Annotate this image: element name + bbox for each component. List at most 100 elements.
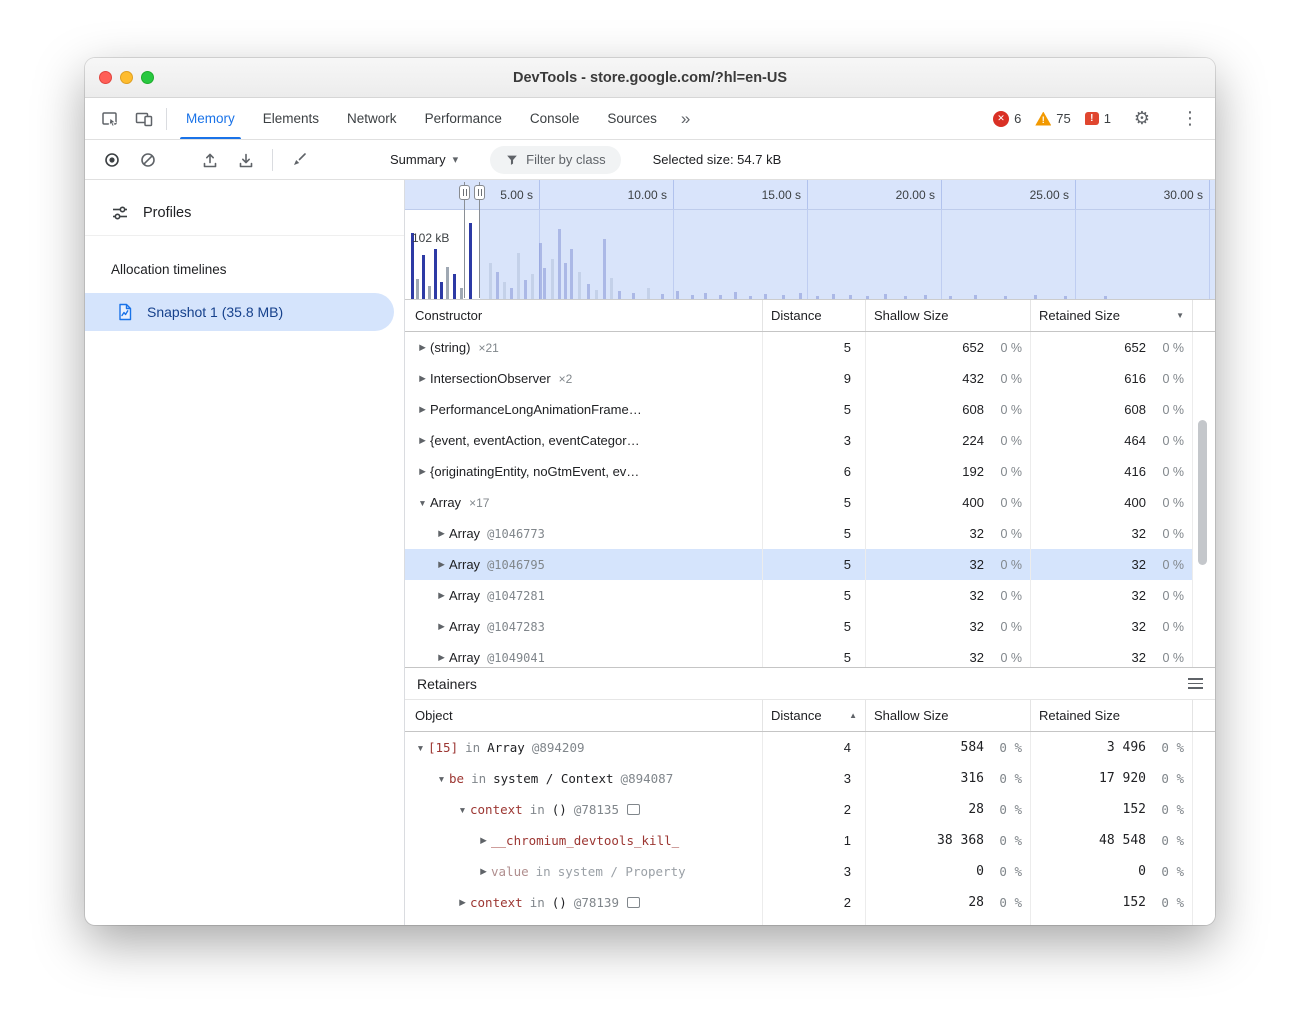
retainer-row[interactable]: ▶valueinsystem / Property300 %00 %	[405, 856, 1192, 887]
column-shallow-size[interactable]: Shallow Size	[865, 700, 1030, 731]
retainer-row[interactable]: ▶contextin()@781392280 %1520 %	[405, 887, 1192, 918]
function-location-icon[interactable]	[627, 897, 640, 908]
retainer-keyword: in	[530, 895, 545, 910]
size-value: 0	[865, 864, 984, 879]
filter-by-class-input[interactable]: Filter by class	[490, 146, 620, 174]
console-errors-badge[interactable]: ✕ 6	[993, 111, 1021, 127]
timeline-max-label: 102 kB	[412, 231, 449, 245]
column-retained-size[interactable]: Retained Size▼	[1030, 300, 1192, 331]
record-icon	[103, 151, 121, 169]
expand-arrow-icon[interactable]: ▶	[434, 559, 449, 570]
expand-arrow-icon[interactable]: ▶	[415, 404, 430, 415]
constructor-row[interactable]: ▶(string)×2156520 %6520 %	[405, 332, 1192, 363]
tab-sources[interactable]: Sources	[593, 98, 671, 139]
constructor-row[interactable]: ▶IntersectionObserver×294320 %6160 %	[405, 363, 1192, 394]
tab-performance[interactable]: Performance	[411, 98, 516, 139]
expand-arrow-icon[interactable]: ▶	[434, 590, 449, 601]
size-percent: 0 %	[1146, 434, 1192, 448]
object-id: @1047281	[487, 589, 545, 603]
save-profile-button[interactable]	[231, 144, 261, 176]
size-percent: 0 %	[1146, 864, 1192, 879]
size-percent: 0 %	[1146, 341, 1192, 355]
clear-button[interactable]	[133, 144, 163, 176]
column-shallow-size[interactable]: Shallow Size	[865, 300, 1030, 331]
constructor-row[interactable]: ▶Array@10472815320 %320 %	[405, 580, 1192, 611]
constructor-name: Array	[449, 619, 480, 634]
constructor-row[interactable]: ▶{originatingEntity, noGtmEvent, ev…6192…	[405, 456, 1192, 487]
function-location-icon[interactable]	[627, 804, 640, 815]
profile-view-select[interactable]: Summary ▾	[390, 152, 458, 167]
constructor-row[interactable]: ▶PerformanceLongAnimationFrame…56080 %60…	[405, 394, 1192, 425]
expand-arrow-icon[interactable]: ▶	[455, 897, 470, 908]
chevron-down-icon: ▾	[453, 153, 459, 166]
snapshot-item[interactable]: Snapshot 1 (35.8 MB)	[85, 293, 394, 331]
expand-arrow-icon[interactable]: ▶	[434, 621, 449, 632]
close-button[interactable]	[99, 71, 112, 84]
hamburger-menu-icon[interactable]	[1188, 678, 1203, 689]
allocation-timeline-overview[interactable]: 5.00 s10.00 s15.00 s20.00 s25.00 s30.00 …	[405, 180, 1215, 300]
column-object[interactable]: Object	[405, 700, 762, 731]
column-retained-size[interactable]: Retained Size	[1030, 700, 1192, 731]
constructor-row[interactable]: ▼Array×1754000 %4000 %	[405, 487, 1192, 518]
retainer-property: [15]	[428, 740, 458, 755]
size-percent: 0 %	[984, 434, 1030, 448]
collapse-arrow-icon[interactable]: ▼	[415, 498, 430, 508]
inspect-element-button[interactable]	[93, 103, 127, 135]
size-percent: 0 %	[984, 620, 1030, 634]
snapshot-label: Snapshot 1 (35.8 MB)	[147, 304, 283, 320]
selection-handle-left[interactable]	[464, 182, 465, 298]
kebab-menu-button[interactable]: ⋮	[1173, 103, 1207, 135]
selection-handle-right[interactable]	[479, 182, 480, 298]
expand-arrow-icon[interactable]: ▶	[415, 466, 430, 477]
expand-arrow-icon[interactable]: ▶	[476, 835, 491, 846]
tab-network[interactable]: Network	[333, 98, 411, 139]
expand-arrow-icon[interactable]: ▶	[415, 435, 430, 446]
column-distance[interactable]: Distance▲	[762, 700, 865, 731]
expand-arrow-icon[interactable]: ▶	[476, 866, 491, 877]
record-button[interactable]	[97, 144, 127, 176]
size-percent: 0 %	[984, 403, 1030, 417]
expand-arrow-icon[interactable]: ▶	[415, 373, 430, 384]
tab-console[interactable]: Console	[516, 98, 594, 139]
constructor-row[interactable]: ▶{event, eventAction, eventCategor…32240…	[405, 425, 1192, 456]
constructor-row[interactable]: ▶Array@10490415320 %320 %	[405, 642, 1192, 667]
size-value: 32	[1030, 650, 1146, 665]
expand-arrow-icon[interactable]: ▶	[434, 652, 449, 663]
retainer-row[interactable]: ▼beinsystem / Context@89408733160 %17 92…	[405, 763, 1192, 794]
zoom-button[interactable]	[141, 71, 154, 84]
retainer-class: ()	[552, 895, 567, 910]
device-toolbar-button[interactable]	[127, 103, 161, 135]
issues-badge[interactable]: ! 1	[1085, 111, 1111, 126]
column-divider	[865, 332, 866, 667]
heap-view: 5.00 s10.00 s15.00 s20.00 s25.00 s30.00 …	[405, 180, 1215, 925]
constructor-row[interactable]: ▶Array@10472835320 %320 %	[405, 611, 1192, 642]
expand-arrow-icon[interactable]: ▶	[434, 528, 449, 539]
tune-icon	[111, 204, 129, 222]
column-distance[interactable]: Distance	[762, 300, 865, 331]
size-percent: 0 %	[984, 833, 1030, 848]
vertical-scrollbar[interactable]	[1198, 420, 1207, 565]
tab-memory[interactable]: Memory	[172, 98, 249, 139]
tab-elements[interactable]: Elements	[249, 98, 333, 139]
constructor-row[interactable]: ▶Array@10467735320 %320 %	[405, 518, 1192, 549]
constructor-row[interactable]: ▶Array@10467955320 %320 %	[405, 549, 1192, 580]
retainer-row[interactable]: ▼contextin()@781352280 %1520 %	[405, 794, 1192, 825]
clear-profiles-button[interactable]	[284, 144, 314, 176]
collapse-arrow-icon[interactable]: ▼	[455, 805, 470, 815]
size-percent: 0 %	[1146, 372, 1192, 386]
load-profile-button[interactable]	[195, 144, 225, 176]
collapse-arrow-icon[interactable]: ▼	[434, 774, 449, 784]
object-id: @894087	[621, 771, 674, 786]
settings-button[interactable]: ⚙	[1125, 103, 1159, 135]
console-warnings-badge[interactable]: ! 75	[1035, 111, 1070, 126]
retainer-row[interactable]: ▼[15]inArray@89420945840 %3 4960 %	[405, 732, 1192, 763]
ruler-gridline	[807, 180, 808, 209]
titlebar: DevTools - store.google.com/?hl=en-US	[85, 58, 1215, 98]
column-constructor[interactable]: Constructor	[405, 300, 762, 331]
more-tabs-button[interactable]: »	[671, 109, 700, 129]
filter-placeholder: Filter by class	[526, 152, 605, 167]
collapse-arrow-icon[interactable]: ▼	[413, 743, 428, 753]
minimize-button[interactable]	[120, 71, 133, 84]
expand-arrow-icon[interactable]: ▶	[415, 342, 430, 353]
retainer-row[interactable]: ▶__chromium_devtools_kill_138 3680 %48 5…	[405, 825, 1192, 856]
